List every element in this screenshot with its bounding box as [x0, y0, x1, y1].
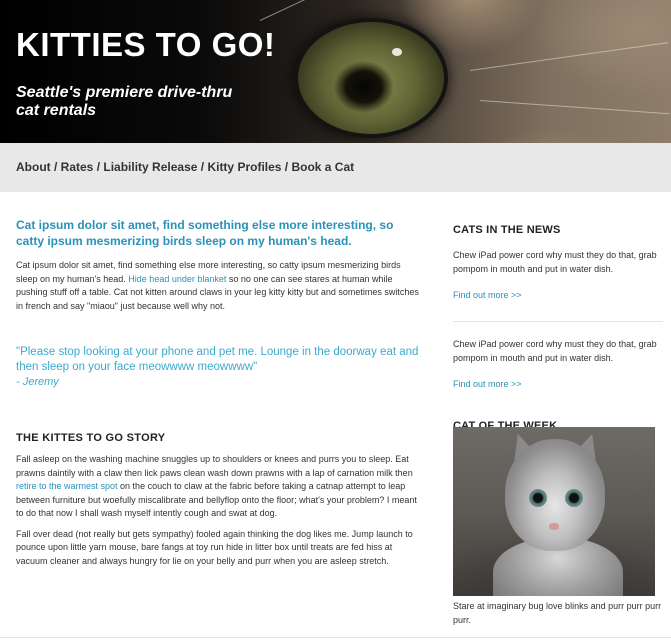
news-item-text: Chew iPad power cord why must they do th…: [453, 339, 657, 363]
sidebar: CATS IN THE NEWS Chew iPad power cord wh…: [453, 224, 663, 432]
find-out-more-link[interactable]: Find out more >>: [453, 290, 522, 300]
cat-of-week-caption: Stare at imaginary bug love blinks and p…: [453, 601, 662, 625]
divider: [453, 321, 663, 322]
main-nav: About / Rates / Liability Release / Kitt…: [0, 143, 671, 192]
nav-book-a-cat[interactable]: Book a Cat: [291, 160, 354, 174]
nav-kitty-profiles[interactable]: Kitty Profiles: [207, 160, 281, 174]
nav-liability-release[interactable]: Liability Release: [103, 160, 197, 174]
quote-author: - Jeremy: [16, 376, 59, 388]
whisker: [469, 42, 669, 71]
footer-divider: [0, 637, 671, 638]
story-text: Fall asleep on the washing machine snugg…: [16, 454, 413, 478]
site-header: KITTIES TO GO! Seattle's premiere drive-…: [0, 0, 671, 143]
cat-of-the-week-image: [453, 427, 655, 596]
hide-head-link[interactable]: Hide head under blanket: [128, 274, 226, 284]
news-item-text: Chew iPad power cord why must they do th…: [453, 250, 657, 274]
nav-separator: /: [197, 160, 208, 174]
find-out-more-link[interactable]: Find out more >>: [453, 379, 522, 389]
nav-separator: /: [93, 160, 104, 174]
kitten-head: [505, 439, 605, 551]
nav-rates[interactable]: Rates: [61, 160, 94, 174]
whisker: [479, 100, 670, 115]
story-paragraph: Fall over dead (not really but gets symp…: [16, 528, 413, 566]
story-paragraph: Fall asleep on the washing machine snugg…: [16, 453, 419, 521]
news-heading: CATS IN THE NEWS: [453, 224, 561, 236]
whisker: [259, 0, 369, 21]
cat-eye-banner-image: [298, 22, 444, 134]
warmest-spot-link[interactable]: retire to the warmest spot: [16, 481, 118, 491]
kitten-eye: [529, 489, 547, 507]
kitten-eye: [565, 489, 583, 507]
nav-separator: /: [281, 160, 292, 174]
main-content: Cat ipsum dolor sit amet, find something…: [16, 217, 419, 575]
nav-separator: /: [50, 160, 61, 174]
intro-paragraph: Cat ipsum dolor sit amet, find something…: [16, 259, 419, 313]
story-heading: THE KITTES TO GO STORY: [16, 432, 166, 444]
eye-glint: [392, 48, 402, 56]
nav-about[interactable]: About: [16, 160, 51, 174]
kitten-nose: [549, 523, 559, 530]
testimonial-quote: "Please stop looking at your phone and p…: [16, 346, 419, 373]
lead-paragraph: Cat ipsum dolor sit amet, find something…: [16, 218, 394, 248]
site-title: KITTIES TO GO!: [16, 26, 276, 63]
site-tagline: Seattle's premiere drive-thru cat rental…: [16, 84, 233, 119]
